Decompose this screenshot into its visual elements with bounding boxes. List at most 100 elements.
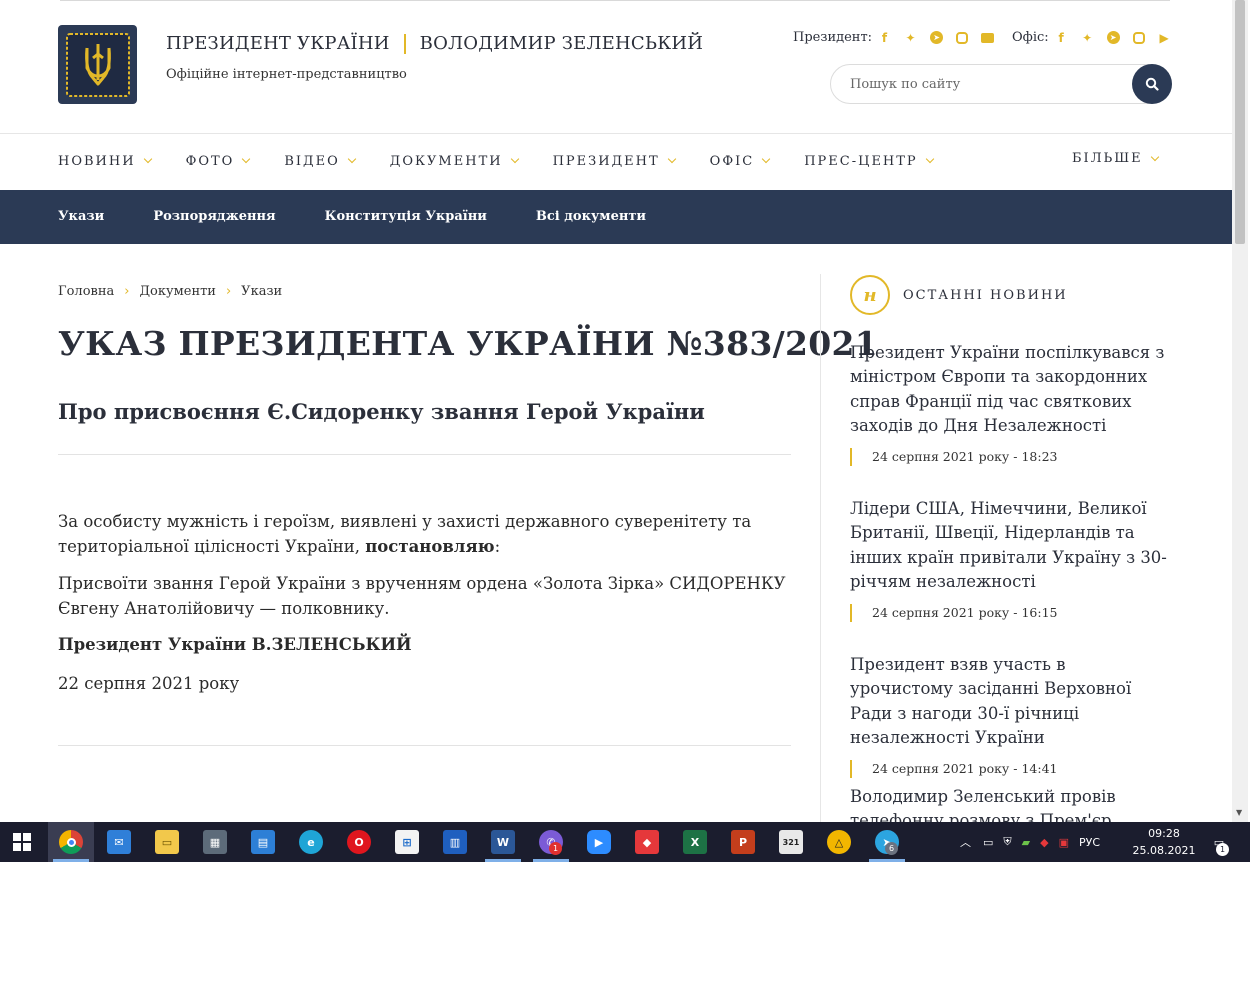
news-date: 24 серпня 2021 року - 18:23	[850, 448, 1170, 467]
instagram-icon[interactable]	[1132, 31, 1145, 44]
facebook-icon[interactable]: f	[878, 31, 891, 45]
alert-icon[interactable]: △	[827, 830, 851, 854]
news-title[interactable]: Володимир Зеленський провів телефонну ро…	[850, 785, 1170, 822]
news-title[interactable]: Лідери США, Німеччини, Великої Британії,…	[850, 497, 1170, 594]
news-badge-icon: н	[850, 275, 890, 315]
content-divider	[58, 745, 791, 746]
telegram-icon[interactable]: ➤	[930, 31, 944, 44]
subnav-orders[interactable]: Розпорядження	[153, 209, 275, 224]
video-editor-icon[interactable]: 321	[779, 830, 803, 854]
system-clock[interactable]: 09:28 25.08.2021	[1130, 825, 1198, 859]
decree-preamble: За особисту мужність і героїзм, виявлені…	[58, 512, 752, 556]
breadcrumb: Головна › Документи › Укази	[58, 284, 282, 299]
documents-subnav: Укази Розпорядження Конституція України …	[0, 190, 1232, 244]
title-separator	[403, 33, 406, 54]
nav-item-president[interactable]: ПРЕЗИДЕНТ	[553, 154, 676, 169]
search-button[interactable]	[1132, 64, 1172, 104]
windows-taskbar: ✉ ▭ ▦ ▤ e O ⊞ ▥ W ✆ 1 ▶ ◆ X P 321 △ ➤ 6 …	[0, 822, 1250, 862]
chevron-down-icon	[242, 154, 251, 164]
chrome-icon[interactable]	[59, 830, 83, 854]
store-icon[interactable]: ⊞	[395, 830, 419, 854]
subnav-all-documents[interactable]: Всі документи	[536, 209, 646, 224]
document-subtitle: Про присвоєння Є.Сидоренку звання Герой …	[58, 399, 705, 424]
zoom-icon[interactable]: ▶	[587, 830, 611, 854]
news-title[interactable]: Президент України поспілкувався з мініст…	[850, 341, 1170, 438]
app-tray-icon[interactable]: ◆	[1040, 836, 1048, 849]
mail-icon[interactable]: ✉	[107, 830, 131, 854]
page-title: УКАЗ ПРЕЗИДЕНТА УКРАЇНИ №383/2021	[58, 324, 878, 363]
calculator-icon[interactable]: ▦	[203, 830, 227, 854]
news-item[interactable]: Президент взяв участь в урочистому засід…	[850, 653, 1170, 779]
site-subtitle: Офіційне інтернет-представництво	[166, 67, 407, 82]
notifications-badge: 1	[1216, 843, 1229, 856]
telegram-icon[interactable]: ➤	[1106, 31, 1120, 44]
edge-icon[interactable]: e	[299, 830, 323, 854]
word-running-indicator	[485, 859, 521, 862]
language-indicator[interactable]: РУС	[1079, 836, 1100, 849]
clock-time: 09:28	[1148, 827, 1180, 840]
file-explorer-icon[interactable]: ▭	[155, 830, 179, 854]
site-title[interactable]: ПРЕЗИДЕНТ УКРАЇНИ ВОЛОДИМИР ЗЕЛЕНСЬКИЙ	[166, 33, 703, 54]
breadcrumb-home[interactable]: Головна	[58, 284, 114, 299]
security-icon[interactable]: ⛨	[1003, 835, 1011, 849]
chevron-down-icon	[347, 154, 356, 164]
top-divider	[60, 0, 1170, 1]
nav-item-video[interactable]: ВІДЕО	[284, 154, 356, 169]
chevron-down-icon	[925, 154, 934, 164]
tray-chevron-up-icon[interactable]: ︿	[960, 834, 971, 850]
opera-icon[interactable]: O	[347, 830, 371, 854]
breadcrumb-documents[interactable]: Документи	[139, 284, 216, 299]
search-icon	[1145, 77, 1159, 91]
network-icon[interactable]: ▭	[983, 836, 993, 849]
title-divider	[58, 454, 791, 455]
anydesk-tray-icon[interactable]: ▣	[1059, 836, 1069, 849]
news-item[interactable]: Президент України поспілкувався з мініст…	[850, 341, 1170, 467]
nvidia-icon[interactable]: ▰	[1022, 836, 1030, 849]
chrome-running-indicator	[53, 859, 89, 862]
nav-item-photo[interactable]: ФОТО	[186, 154, 251, 169]
clock-date: 25.08.2021	[1132, 844, 1196, 857]
office-social-links: Офіс: f ✦ ➤ ▶	[1012, 30, 1184, 45]
search-input[interactable]	[850, 74, 1120, 94]
decree-signature: Президент України В.ЗЕЛЕНСЬКИЙ	[58, 635, 412, 654]
nav-item-documents[interactable]: ДОКУМЕНТИ	[390, 154, 519, 169]
windows-start-icon[interactable]	[10, 830, 34, 854]
twitter-icon[interactable]: ✦	[904, 31, 917, 45]
word-icon[interactable]: W	[491, 830, 515, 854]
chevron-down-icon	[667, 154, 676, 164]
news-title[interactable]: Президент взяв участь в урочистому засід…	[850, 653, 1170, 750]
news-item[interactable]: Лідери США, Німеччини, Великої Британії,…	[850, 497, 1170, 623]
scrollbar-thumb[interactable]	[1235, 0, 1245, 244]
chevron-down-icon	[510, 154, 519, 164]
flickr-icon[interactable]	[981, 32, 995, 43]
nav-item-news[interactable]: НОВИНИ	[58, 154, 152, 169]
chevron-right-icon: ›	[225, 284, 232, 299]
site-title-right: ВОЛОДИМИР ЗЕЛЕНСЬКИЙ	[419, 33, 704, 54]
header-divider	[0, 133, 1232, 134]
youtube-icon[interactable]: ▶	[1158, 31, 1171, 45]
viber-running-indicator	[533, 859, 569, 862]
news-item[interactable]: Володимир Зеленський провів телефонну ро…	[850, 785, 1170, 822]
powerpoint-icon[interactable]: P	[731, 830, 755, 854]
breadcrumb-decrees[interactable]: Укази	[241, 284, 282, 299]
subnav-decrees[interactable]: Укази	[58, 209, 104, 224]
site-title-left: ПРЕЗИДЕНТ УКРАЇНИ	[166, 33, 390, 54]
nav-item-more[interactable]: БІЛЬШЕ	[1072, 151, 1159, 166]
scroll-down-arrow-icon[interactable]: ▼	[1236, 808, 1244, 817]
instagram-icon[interactable]	[956, 31, 969, 44]
twitter-icon[interactable]: ✦	[1081, 31, 1094, 45]
facebook-icon[interactable]: f	[1055, 31, 1068, 45]
subnav-constitution[interactable]: Конституція України	[325, 209, 487, 224]
calendar-icon[interactable]: ▤	[251, 830, 275, 854]
nav-item-press-center[interactable]: ПРЕС-ЦЕНТР	[804, 154, 934, 169]
excel-icon[interactable]: X	[683, 830, 707, 854]
telegram-badge: 6	[885, 842, 898, 855]
media-player-icon[interactable]: ▥	[443, 830, 467, 854]
office-social-label: Офіс:	[1012, 30, 1049, 45]
news-date: 24 серпня 2021 року - 16:15	[850, 604, 1170, 623]
news-date: 24 серпня 2021 року - 14:41	[850, 760, 1170, 779]
coat-of-arms-logo[interactable]	[58, 25, 137, 104]
anydesk-icon[interactable]: ◆	[635, 830, 659, 854]
site-search	[830, 64, 1172, 104]
nav-item-office[interactable]: ОФІС	[710, 154, 771, 169]
